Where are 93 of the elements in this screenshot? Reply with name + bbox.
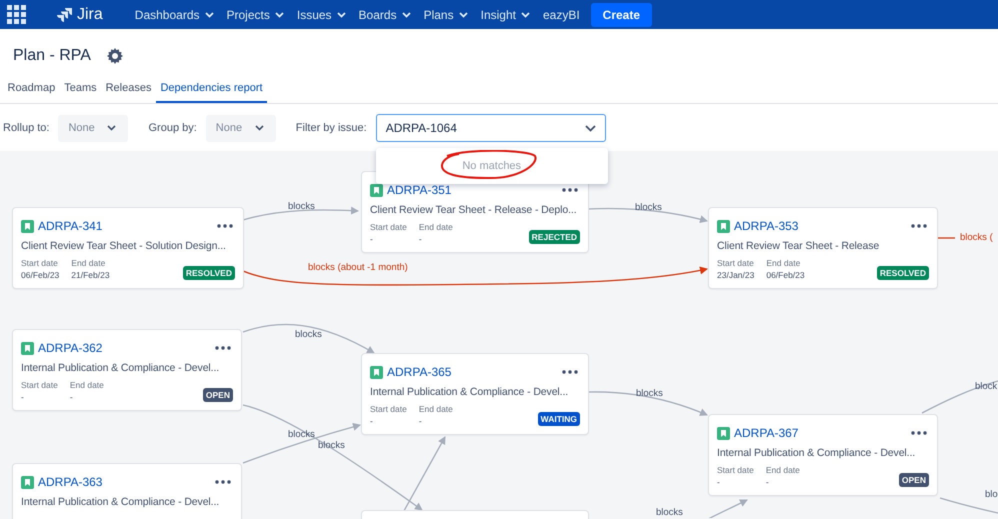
dependency-label: blocks (288, 201, 315, 212)
dependency-label: blocks ( (960, 232, 993, 243)
tab[interactable]: Roadmap (3, 78, 60, 103)
issue-key-link[interactable]: ADRPA-365 (387, 365, 452, 379)
status-lozenge: RESOLVED (876, 266, 929, 280)
issue-key-link[interactable]: ADRPA-351 (387, 183, 452, 197)
more-icon[interactable] (562, 188, 578, 192)
dependency-label: blocks (636, 388, 663, 399)
issue-title: Internal Publication & Compliance - Devel... (717, 447, 916, 459)
issue-key-link[interactable]: ADRPA-363 (38, 475, 102, 489)
issue-title: Internal Publication & Compliance - Devel... (21, 496, 220, 508)
chevron-down-icon[interactable] (107, 125, 116, 131)
status-lozenge: REJECTED (528, 230, 580, 244)
start-date-value: - (370, 416, 374, 426)
nav-menu-item[interactable]: Dashboards (128, 0, 220, 29)
end-date-label: End date (766, 465, 800, 475)
story-icon (717, 426, 730, 440)
end-date-value: 06/Feb/23 (766, 270, 805, 280)
start-date-value: - (717, 477, 721, 487)
more-icon[interactable] (911, 431, 927, 435)
more-icon[interactable] (911, 224, 927, 228)
issue-key-link[interactable]: ADRPA-341 (38, 219, 102, 233)
issue-key-link[interactable]: ADRPA-362 (38, 341, 102, 355)
issue-filter-field[interactable]: ADRPA-1064 (376, 114, 606, 142)
filter-by-issue-label: Filter by issue: (296, 122, 367, 134)
issue-key-link[interactable]: ADRPA-353 (734, 219, 798, 233)
dependency-label: block (975, 381, 998, 392)
more-icon[interactable] (562, 370, 578, 374)
dependency-label: blo (985, 489, 998, 500)
product-name[interactable]: Jira (77, 6, 103, 24)
nav-menu-item[interactable]: Issues (290, 0, 353, 29)
rollup-label: Rollup to: (3, 122, 50, 134)
tab[interactable]: Releases (101, 78, 156, 103)
tab[interactable]: Dependencies report (156, 78, 268, 103)
dependency-label: blocks (about -1 month) (308, 262, 408, 273)
end-date-value: - (418, 234, 423, 244)
start-date-value: 06/Feb/23 (21, 270, 60, 280)
end-date-label: End date (418, 222, 453, 232)
jira-logo-icon (57, 6, 73, 22)
group-by-label: Group by: (148, 122, 197, 134)
story-icon (21, 220, 34, 232)
issue-title: Client Review Tear Sheet - Release (717, 240, 880, 252)
dependency-label: blocks (318, 440, 345, 451)
end-date-value: - (70, 392, 74, 402)
nav-menu-item[interactable]: Insight (474, 0, 537, 29)
app-switcher-icon[interactable] (7, 4, 27, 24)
issue-title: Client Review Tear Sheet - Solution Design... (21, 240, 227, 252)
dependency-label: blocks (288, 429, 315, 440)
story-icon (717, 220, 730, 232)
status-lozenge: WAITING (538, 412, 580, 426)
start-date-value: - (370, 234, 374, 244)
start-date-label: Start date (21, 258, 59, 268)
end-date-label: End date (766, 258, 802, 268)
status-lozenge: OPEN (898, 473, 929, 487)
status-lozenge: RESOLVED (182, 266, 235, 280)
end-date-label: End date (418, 404, 453, 414)
more-icon[interactable] (215, 480, 231, 484)
chevron-down-icon[interactable] (584, 124, 596, 132)
start-date-label: Start date (370, 404, 407, 414)
page-title: Plan - RPA (13, 47, 91, 65)
issue-title: Internal Publication & Compliance - Devel... (370, 386, 570, 398)
status-lozenge: OPEN (202, 388, 233, 402)
story-icon (21, 342, 34, 354)
chevron-down-icon[interactable] (254, 125, 264, 131)
end-date-value: - (418, 416, 423, 426)
nav-menu-item[interactable]: eazyBI (536, 0, 587, 29)
no-matches-message: No matches (462, 160, 522, 172)
start-date-label: Start date (370, 222, 407, 232)
settings-icon[interactable] (106, 48, 123, 64)
story-icon (21, 476, 34, 488)
nav-menu-item[interactable]: Plans (418, 0, 475, 29)
more-icon[interactable] (215, 346, 231, 350)
end-date-value: 21/Feb/23 (71, 270, 110, 280)
end-date-label: End date (70, 380, 104, 390)
issue-key-link[interactable]: ADRPA-367 (734, 426, 798, 440)
start-date-label: Start date (717, 258, 754, 268)
start-date-label: Start date (21, 380, 58, 390)
nav-menu-item[interactable]: Projects (220, 0, 291, 29)
start-date-value: 23/Jan/23 (717, 270, 754, 280)
dependency-label: blocks (656, 507, 683, 518)
end-date-label: End date (71, 258, 106, 268)
end-date-value: - (766, 477, 770, 487)
start-date-label: Start date (717, 465, 754, 475)
nav-menu-item[interactable]: Boards (352, 0, 418, 29)
issue-title: Client Review Tear Sheet - Release - Deplo... (370, 204, 578, 216)
create-button[interactable]: Create (590, 2, 652, 26)
dependency-label: blocks (295, 329, 322, 340)
start-date-value: - (21, 392, 25, 402)
tab[interactable]: Teams (60, 78, 102, 103)
issue-title: Internal Publication & Compliance - Devel... (21, 362, 220, 374)
dependency-label: blocks (635, 202, 662, 213)
more-icon[interactable] (217, 224, 233, 228)
story-icon (370, 366, 383, 378)
